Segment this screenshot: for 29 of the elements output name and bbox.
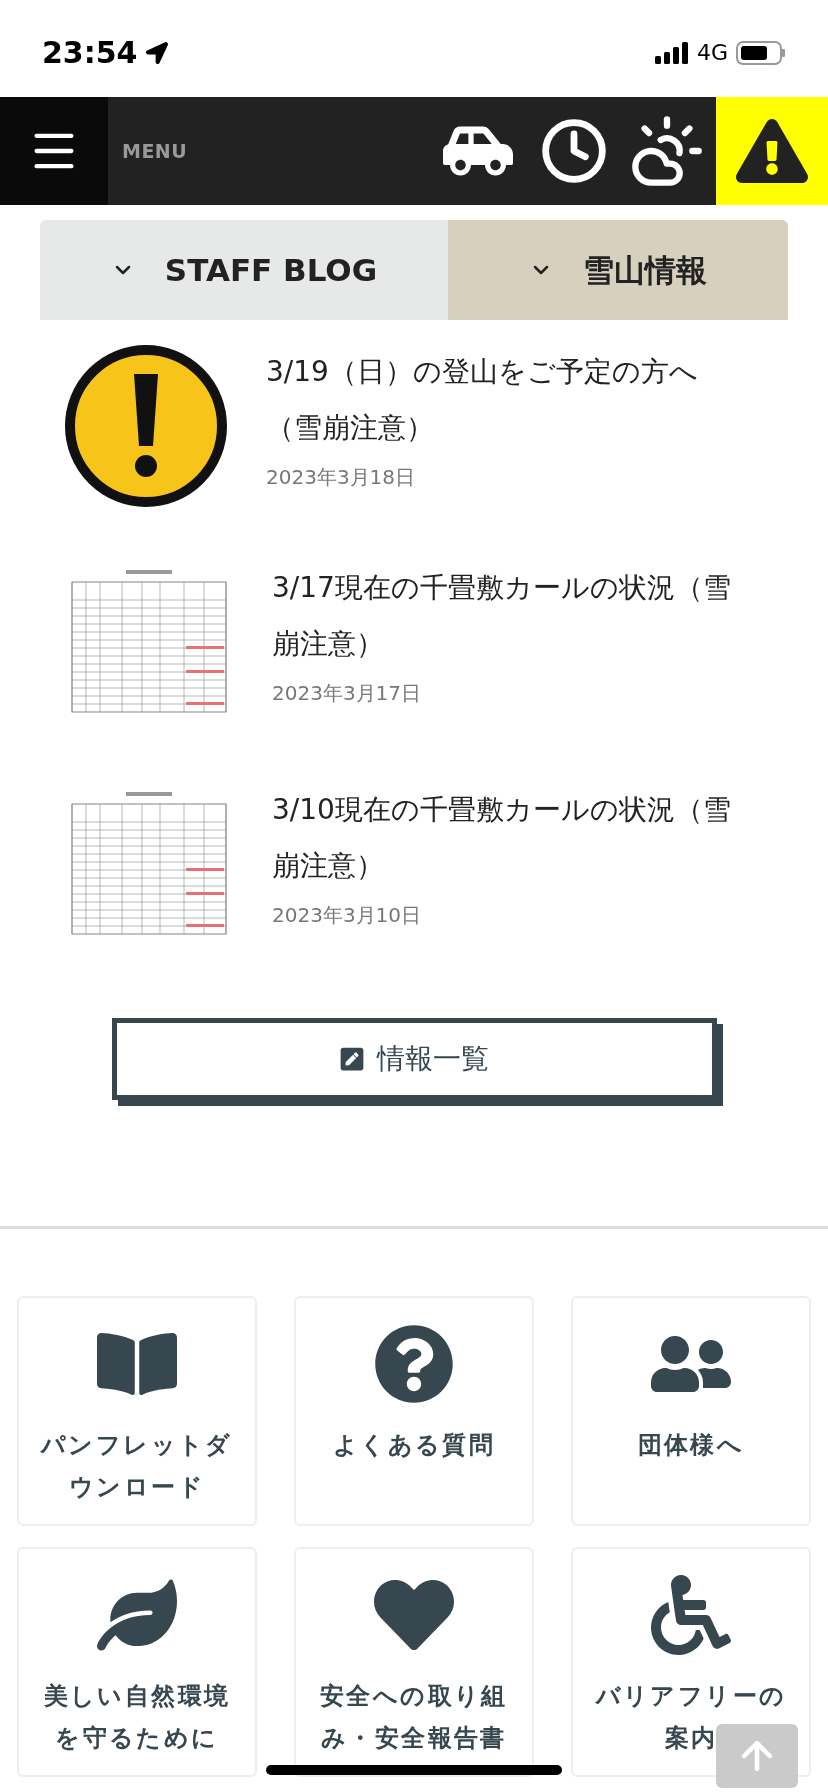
post-date: 2023年3月17日 (272, 680, 423, 707)
link-card[interactable]: よくある質問 (294, 1296, 534, 1526)
network-label: 4G (696, 39, 728, 67)
post-title[interactable]: 3/10現在の千畳敷カールの状況（雪崩注意） (272, 782, 732, 894)
post-date: 2023年3月18日 (266, 464, 417, 491)
post-date: 2023年3月10日 (272, 902, 423, 929)
warning-icon (736, 118, 808, 184)
menu-button[interactable] (0, 97, 108, 205)
link-card[interactable]: 団体様へ (571, 1296, 811, 1526)
link-card[interactable]: 美しい自然環境を守るために (17, 1547, 257, 1777)
status-time: 23:54 (42, 34, 138, 72)
wheelchair-icon (651, 1575, 731, 1655)
location-icon (145, 41, 168, 64)
link-card[interactable]: 安全への取り組み・安全報告書 (294, 1547, 534, 1777)
tab[interactable]: 雪山情報 (448, 220, 788, 320)
link-card[interactable]: パンフレットダウンロード (17, 1296, 257, 1526)
signal-icon (654, 41, 689, 64)
cloud-sun-icon (629, 113, 705, 189)
post-title[interactable]: 3/19（日）の登山をご予定の方へ（雪崩注意） (266, 344, 726, 456)
post-title[interactable]: 3/17現在の千畳敷カールの状況（雪崩注意） (272, 560, 732, 672)
alert-button[interactable] (716, 97, 828, 205)
clock-icon (540, 117, 608, 185)
battery-icon (736, 40, 786, 65)
link-card[interactable]: バリアフリーの案内 (571, 1547, 811, 1777)
tab[interactable]: STAFF BLOG (40, 220, 448, 320)
question-icon (374, 1324, 454, 1404)
menu-label: MENU (122, 138, 188, 164)
pencil-icon (339, 1046, 365, 1072)
warning-icon (64, 344, 228, 508)
